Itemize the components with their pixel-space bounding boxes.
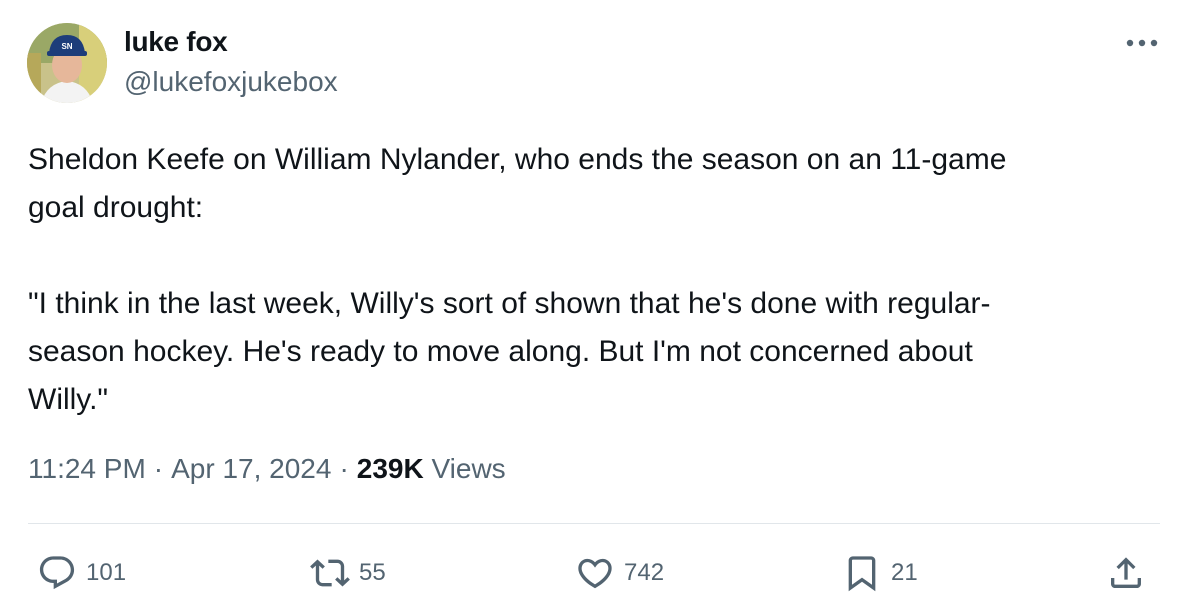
reply-count: 101 — [86, 559, 127, 586]
share-icon — [1111, 557, 1141, 588]
reply-icon — [39, 556, 75, 590]
retweet-icon — [310, 559, 350, 587]
user-photo-icon: SN — [27, 23, 107, 103]
views-label: Views — [431, 453, 506, 484]
retweet-count: 55 — [359, 559, 386, 586]
bookmark-button[interactable]: 21 — [842, 553, 918, 593]
tweet-meta: 11:24 PM · Apr 17, 2024 · 239K Views — [28, 453, 506, 485]
tweet-date[interactable]: Apr 17, 2024 — [171, 453, 331, 484]
author-avatar[interactable]: SN — [27, 23, 107, 103]
author-name[interactable]: luke fox — [124, 26, 228, 58]
retweet-button[interactable]: 55 — [310, 553, 386, 593]
divider — [28, 523, 1160, 524]
tweet-card: SN luke fox @lukefoxjukebox Sheldon Keef… — [0, 0, 1204, 614]
more-dots-icon — [1126, 39, 1158, 47]
share-button[interactable] — [1106, 553, 1146, 593]
like-button[interactable]: 742 — [575, 553, 664, 593]
bookmark-count: 21 — [891, 559, 918, 586]
heart-icon — [578, 558, 612, 589]
svg-text:SN: SN — [61, 42, 72, 51]
like-count: 742 — [624, 559, 665, 586]
tweet-time[interactable]: 11:24 PM — [28, 453, 146, 484]
author-handle[interactable]: @lukefoxjukebox — [124, 66, 338, 98]
reply-button[interactable]: 101 — [37, 553, 126, 593]
bookmark-icon — [848, 556, 876, 592]
more-options-button[interactable] — [1122, 30, 1162, 56]
tweet-text: Sheldon Keefe on William Nylander, who e… — [28, 143, 1007, 416]
views-count: 239K — [356, 453, 424, 484]
meta-separator: · — [339, 453, 349, 484]
meta-separator: · — [153, 453, 164, 484]
